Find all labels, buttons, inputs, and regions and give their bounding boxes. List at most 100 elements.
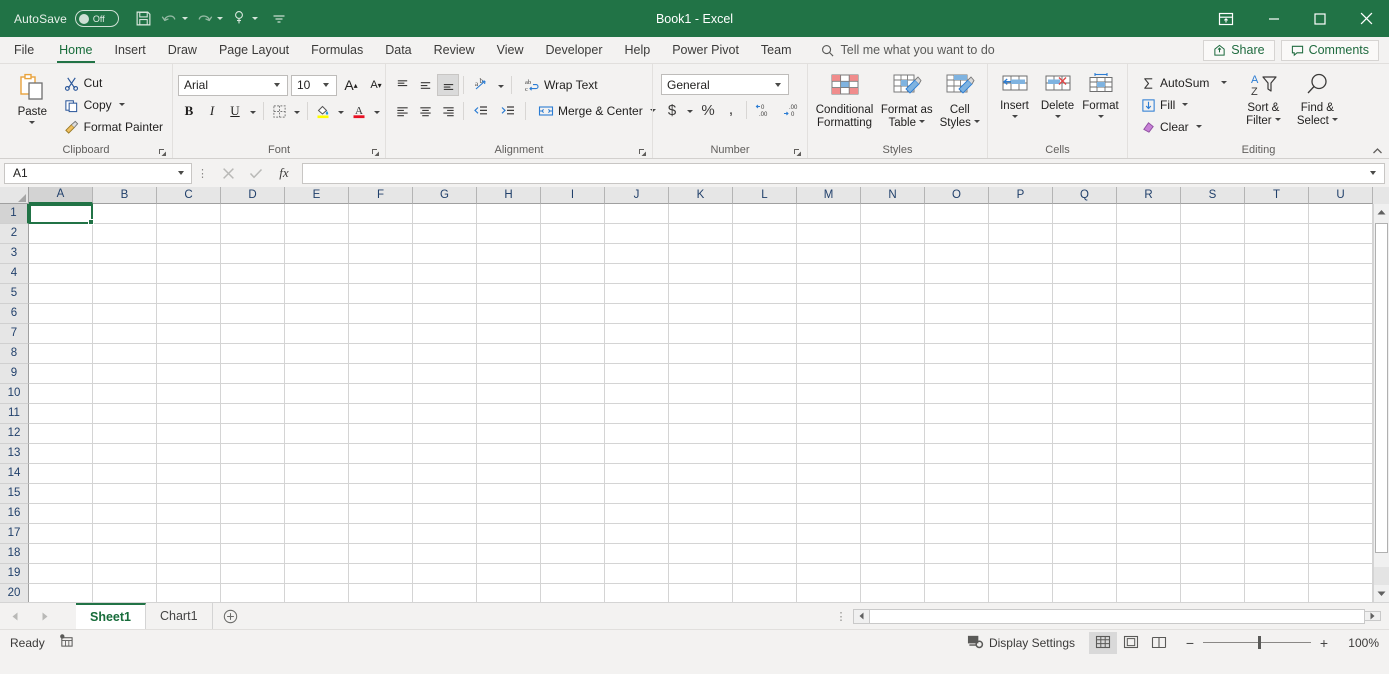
cell-F1[interactable] <box>349 204 413 224</box>
cell-F4[interactable] <box>349 264 413 284</box>
row-header-10[interactable]: 10 <box>0 384 29 404</box>
cell-I9[interactable] <box>541 364 605 384</box>
cell-K19[interactable] <box>669 564 733 584</box>
cell-G19[interactable] <box>413 564 477 584</box>
cell-S15[interactable] <box>1181 484 1245 504</box>
number-dialog-launcher[interactable] <box>793 148 802 157</box>
cell-O11[interactable] <box>925 404 989 424</box>
cell-E15[interactable] <box>285 484 349 504</box>
increase-indent-button[interactable] <box>495 100 521 122</box>
cell-C8[interactable] <box>157 344 221 364</box>
sheet-tab-chart1[interactable]: Chart1 <box>146 603 213 629</box>
cell-D20[interactable] <box>221 584 285 602</box>
scroll-up-button[interactable] <box>1374 204 1389 221</box>
column-header-B[interactable]: B <box>93 187 157 204</box>
cell-T19[interactable] <box>1245 564 1309 584</box>
tab-view[interactable]: View <box>486 37 535 63</box>
cell-A13[interactable] <box>29 444 93 464</box>
cell-J17[interactable] <box>605 524 669 544</box>
column-header-O[interactable]: O <box>925 187 989 204</box>
cell-A9[interactable] <box>29 364 93 384</box>
cell-S6[interactable] <box>1181 304 1245 324</box>
tab-developer[interactable]: Developer <box>535 37 614 63</box>
cell-M10[interactable] <box>797 384 861 404</box>
cell-J3[interactable] <box>605 244 669 264</box>
cell-T17[interactable] <box>1245 524 1309 544</box>
insert-cells-button[interactable]: Insert <box>993 70 1036 118</box>
cell-U13[interactable] <box>1309 444 1373 464</box>
cell-A5[interactable] <box>29 284 93 304</box>
cell-D15[interactable] <box>221 484 285 504</box>
column-header-D[interactable]: D <box>221 187 285 204</box>
cell-R9[interactable] <box>1117 364 1181 384</box>
cell-P12[interactable] <box>989 424 1053 444</box>
cell-J14[interactable] <box>605 464 669 484</box>
insert-function-icon[interactable]: fx <box>270 162 298 184</box>
cell-I2[interactable] <box>541 224 605 244</box>
cell-B9[interactable] <box>93 364 157 384</box>
cell-U12[interactable] <box>1309 424 1373 444</box>
cell-R10[interactable] <box>1117 384 1181 404</box>
cell-H16[interactable] <box>477 504 541 524</box>
cell-B11[interactable] <box>93 404 157 424</box>
cell-N18[interactable] <box>861 544 925 564</box>
cell-O10[interactable] <box>925 384 989 404</box>
tab-power-pivot[interactable]: Power Pivot <box>661 37 750 63</box>
cell-S9[interactable] <box>1181 364 1245 384</box>
cell-N5[interactable] <box>861 284 925 304</box>
cell-T3[interactable] <box>1245 244 1309 264</box>
clear-button[interactable]: Clear <box>1136 116 1231 138</box>
cell-Q18[interactable] <box>1053 544 1117 564</box>
cell-N14[interactable] <box>861 464 925 484</box>
sheet-tab-sheet1[interactable]: Sheet1 <box>76 603 146 629</box>
cell-A16[interactable] <box>29 504 93 524</box>
share-button[interactable]: Share <box>1203 39 1275 61</box>
name-box[interactable]: A1 <box>4 162 192 184</box>
column-header-G[interactable]: G <box>413 187 477 204</box>
merge-center-button[interactable]: Merge & Center <box>534 100 660 122</box>
cell-F19[interactable] <box>349 564 413 584</box>
cell-R15[interactable] <box>1117 484 1181 504</box>
cell-D4[interactable] <box>221 264 285 284</box>
cell-C12[interactable] <box>157 424 221 444</box>
cell-M7[interactable] <box>797 324 861 344</box>
cell-H13[interactable] <box>477 444 541 464</box>
collapse-ribbon-button[interactable] <box>1372 147 1382 156</box>
cell-P20[interactable] <box>989 584 1053 602</box>
cell-A8[interactable] <box>29 344 93 364</box>
font-dialog-launcher[interactable] <box>371 148 380 157</box>
cell-C7[interactable] <box>157 324 221 344</box>
sort-filter-button[interactable]: A Z Sort & Filter <box>1237 70 1289 128</box>
cell-H15[interactable] <box>477 484 541 504</box>
cell-U1[interactable] <box>1309 204 1373 224</box>
cell-L17[interactable] <box>733 524 797 544</box>
comments-button[interactable]: Comments <box>1280 39 1379 61</box>
cell-I1[interactable] <box>541 204 605 224</box>
cell-J5[interactable] <box>605 284 669 304</box>
column-header-C[interactable]: C <box>157 187 221 204</box>
cell-A19[interactable] <box>29 564 93 584</box>
cell-L16[interactable] <box>733 504 797 524</box>
decrease-decimal-button[interactable]: .00 0 <box>778 99 804 121</box>
cell-P6[interactable] <box>989 304 1053 324</box>
cell-G14[interactable] <box>413 464 477 484</box>
cell-R11[interactable] <box>1117 404 1181 424</box>
cell-I16[interactable] <box>541 504 605 524</box>
cell-N10[interactable] <box>861 384 925 404</box>
cell-S13[interactable] <box>1181 444 1245 464</box>
copy-button[interactable]: Copy <box>60 94 167 116</box>
cell-U3[interactable] <box>1309 244 1373 264</box>
copy-dropdown-caret[interactable] <box>118 102 125 106</box>
expand-formula-bar-caret[interactable] <box>1370 171 1376 175</box>
cell-G12[interactable] <box>413 424 477 444</box>
cell-K12[interactable] <box>669 424 733 444</box>
cell-L13[interactable] <box>733 444 797 464</box>
cell-P14[interactable] <box>989 464 1053 484</box>
cell-N9[interactable] <box>861 364 925 384</box>
cell-K5[interactable] <box>669 284 733 304</box>
wrap-text-button[interactable]: ab c Wrap Text <box>520 74 602 96</box>
cell-G11[interactable] <box>413 404 477 424</box>
cell-I4[interactable] <box>541 264 605 284</box>
cell-N2[interactable] <box>861 224 925 244</box>
cell-L11[interactable] <box>733 404 797 424</box>
